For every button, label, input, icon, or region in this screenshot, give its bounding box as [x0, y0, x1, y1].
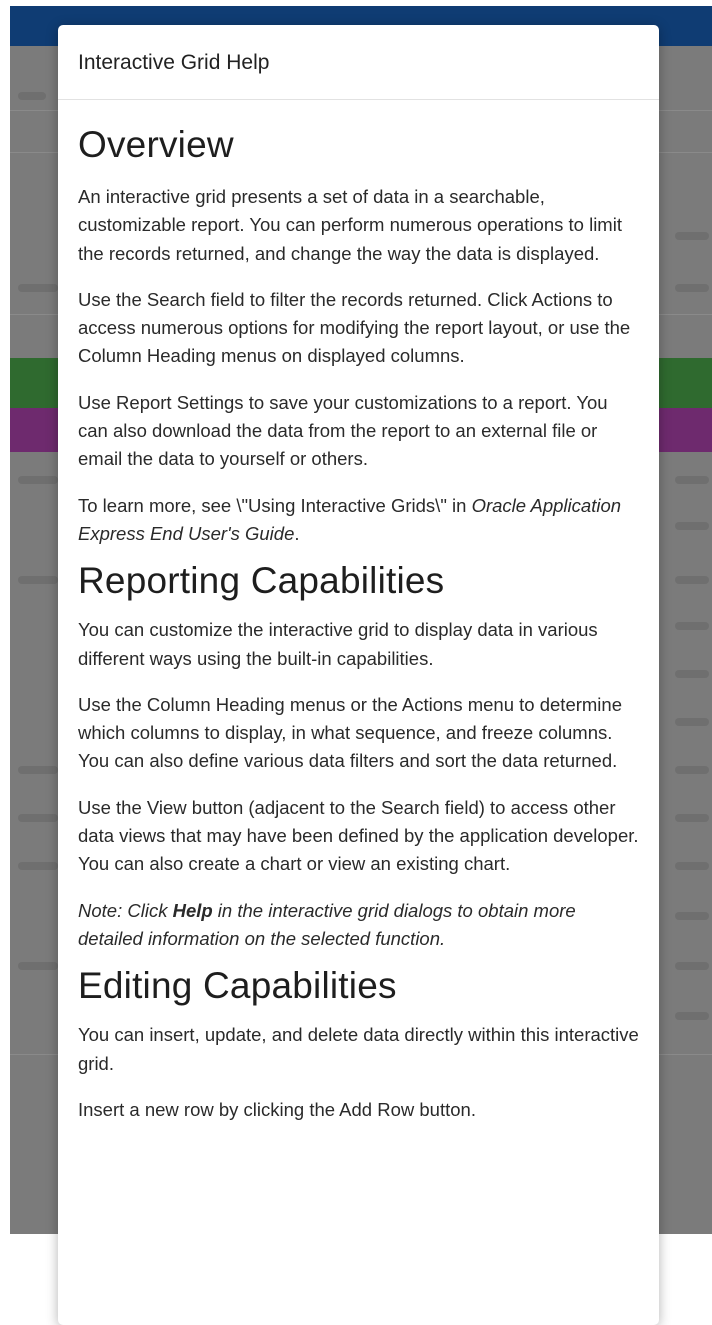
reporting-paragraph-1: You can customize the interactive grid t… — [78, 619, 598, 669]
background-text — [675, 476, 709, 484]
background-text — [18, 766, 58, 774]
background-text — [675, 766, 709, 774]
background-text — [18, 862, 58, 870]
reporting-note: Note: Click Help in the interactive grid… — [78, 897, 639, 954]
background-text — [18, 476, 58, 484]
background-text — [18, 962, 58, 970]
background-text — [675, 862, 709, 870]
background-text — [675, 622, 709, 630]
dialog-title: Interactive Grid Help — [78, 51, 270, 74]
editing-heading: Editing Capabilities — [78, 965, 397, 1007]
editing-paragraph-1: You can insert, update, and delete data … — [78, 1024, 639, 1074]
background-text — [675, 576, 709, 584]
background-text — [675, 814, 709, 822]
help-dialog: Interactive Grid Help Overview An intera… — [58, 25, 659, 1325]
reporting-paragraph-2: Use the Column Heading menus or the Acti… — [78, 693, 622, 772]
overview-paragraph-4: To learn more, see \"Using Interactive G… — [78, 492, 639, 549]
background-text — [675, 962, 709, 970]
learn-more-text: To learn more, see \"Using Interactive G… — [78, 494, 472, 516]
editing-paragraph-2: Insert a new row by clicking the Add Row… — [78, 1098, 476, 1120]
background-text — [675, 912, 709, 920]
reporting-heading: Reporting Capabilities — [78, 560, 445, 602]
learn-more-end: . — [294, 522, 300, 544]
background-text — [675, 232, 709, 240]
note-prefix: Note: Click — [78, 899, 173, 921]
background-text — [675, 670, 709, 678]
overview-heading: Overview — [78, 124, 234, 165]
background-text — [18, 814, 58, 822]
overview-paragraph-3: Use Report Settings to save your customi… — [78, 391, 608, 470]
reporting-paragraph-3: Use the View button (adjacent to the Sea… — [78, 796, 639, 875]
note-help-term: Help — [172, 899, 213, 921]
overview-paragraph-2: Use the Search field to filter the recor… — [78, 288, 631, 367]
dialog-header: Interactive Grid Help — [58, 25, 659, 100]
background-text — [675, 522, 709, 530]
dialog-body[interactable]: Overview An interactive grid presents a … — [58, 100, 659, 1124]
background-text — [18, 576, 58, 584]
background-text — [675, 284, 709, 292]
overview-paragraph-1: An interactive grid presents a set of da… — [78, 186, 622, 264]
background-text — [675, 718, 709, 726]
background-text — [18, 92, 46, 100]
background-text — [675, 1012, 709, 1020]
background-text — [18, 284, 58, 292]
